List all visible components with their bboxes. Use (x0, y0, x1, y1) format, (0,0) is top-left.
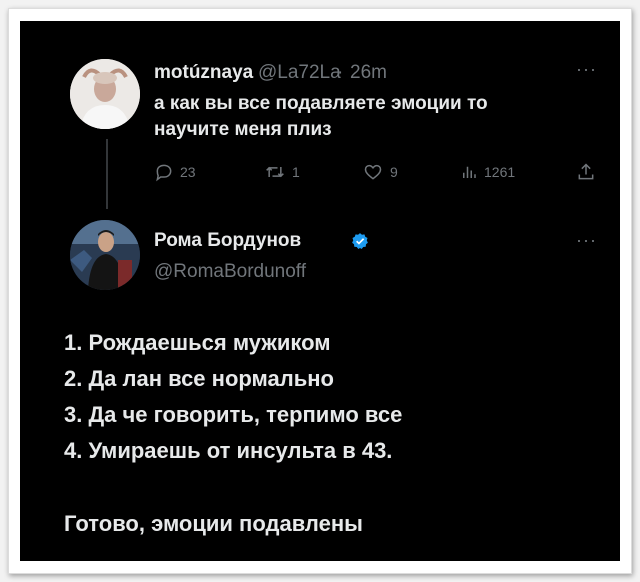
tweet-line-conclusion: Готово, эмоции подавлены (64, 511, 363, 536)
thread-line (106, 139, 108, 209)
retweet-count: 1 (292, 164, 300, 180)
reply-icon (156, 164, 172, 182)
views-button[interactable]: 1261 (460, 161, 515, 183)
tweet-line-4: 4. Умираешь от инсульта в 43. (64, 438, 393, 463)
avatar-image (70, 59, 140, 129)
share-icon (578, 163, 594, 180)
reply-handle[interactable]: @La72La (258, 62, 341, 84)
author-display-name[interactable]: Рома Бордунов (154, 230, 301, 252)
avatar-roma-bordunov[interactable] (70, 220, 140, 290)
author-handle[interactable]: @RomaBordunoff (154, 261, 306, 283)
tweet-line-1: 1. Рождаешься мужиком (64, 330, 331, 355)
reply-display-name[interactable]: motúznaya (154, 62, 253, 84)
tweet-screenshot: motúznaya @La72La · 26m ··· а как вы все… (20, 21, 620, 561)
reply-separator: · (337, 62, 344, 83)
views-count: 1261 (484, 164, 516, 180)
retweet-icon (266, 166, 284, 178)
avatar-image (70, 220, 140, 290)
reply-button[interactable]: 23 (154, 161, 196, 183)
tweet-line-2: 2. Да лан все нормально (64, 366, 334, 391)
reply-count: 23 (180, 164, 196, 180)
avatar-motuznaya[interactable] (70, 59, 140, 129)
like-button[interactable]: 9 (362, 161, 398, 183)
reply-time[interactable]: 26m (350, 62, 387, 84)
share-button[interactable] (576, 161, 596, 183)
like-count: 9 (390, 164, 398, 180)
tweet-line-3: 3. Да че говорить, терпимо все (64, 402, 403, 427)
reply-more-button[interactable]: ··· (576, 59, 597, 80)
retweet-button[interactable]: 1 (264, 161, 300, 183)
reply-text-line-1: а как вы все подавляете эмоции то (154, 93, 488, 114)
verified-badge-icon (352, 233, 368, 249)
main-more-button[interactable]: ··· (576, 230, 597, 251)
views-icon (463, 166, 476, 178)
reply-text-line-2: научите меня плиз (154, 119, 332, 140)
heart-icon (364, 164, 382, 180)
